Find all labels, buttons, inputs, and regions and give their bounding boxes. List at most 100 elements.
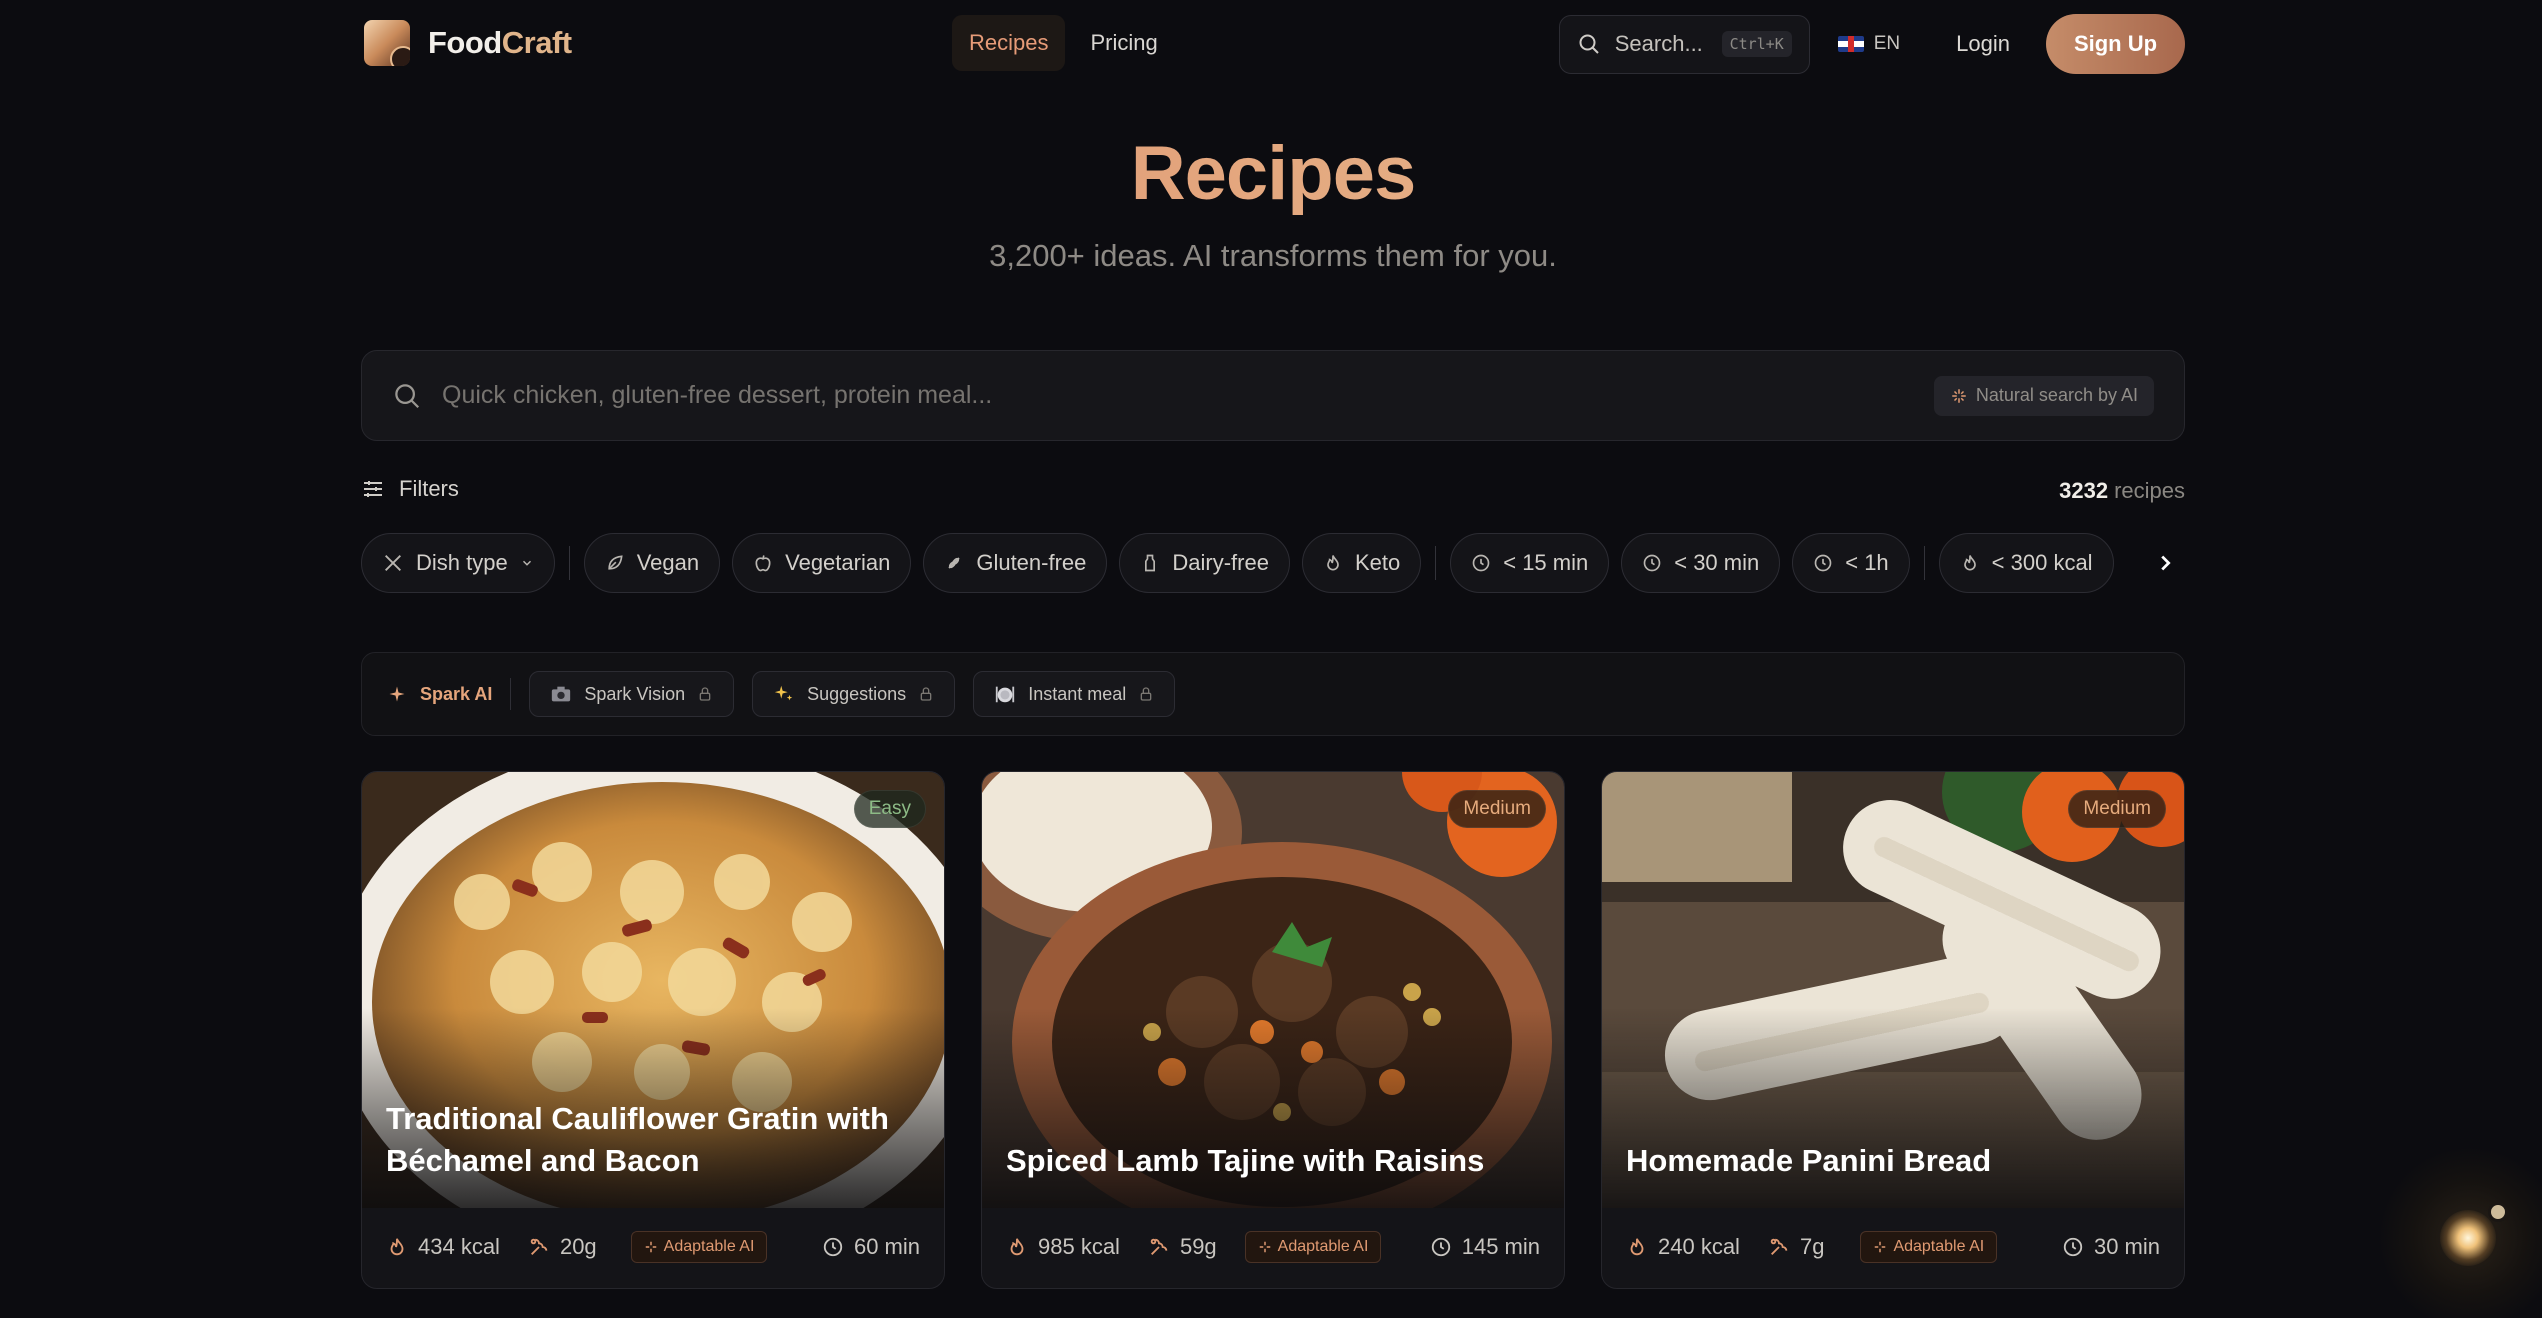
camera-icon <box>552 686 571 702</box>
recipe-card[interactable]: Medium Spiced Lamb Tajine with Raisins 9… <box>981 771 1565 1289</box>
filters-toggle[interactable]: Filters <box>361 476 459 502</box>
adaptable-ai-badge: Adaptable AI <box>630 1231 768 1263</box>
recipe-card[interactable]: Medium Homemade Panini Bread 240 kcal 7g… <box>1601 771 2185 1289</box>
sparkle-icon <box>389 686 405 702</box>
search-icon <box>395 383 420 408</box>
instant-meal-label: Instant meal <box>1028 683 1127 704</box>
chip-dairy-free[interactable]: Dairy-free <box>1119 533 1290 593</box>
protein: 20g <box>528 1234 597 1260</box>
chip-vegan[interactable]: Vegan <box>583 533 721 593</box>
kcal: 985 kcal <box>1006 1234 1120 1260</box>
search-shortcut: Ctrl+K <box>1721 31 1792 57</box>
clock-icon <box>2063 1237 2083 1257</box>
filter-chips: Dish type Vegan Vegetarian Gluten-free D… <box>361 533 2185 593</box>
global-search-button[interactable]: Search... Ctrl+K <box>1558 14 1810 74</box>
page-title: Recipes <box>361 130 2185 217</box>
nav-links: Recipes Pricing <box>952 15 1175 71</box>
adaptable-ai-label: Adaptable AI <box>1277 1238 1369 1255</box>
signup-button[interactable]: Sign Up <box>2046 14 2185 74</box>
protein-icon <box>1770 1238 1788 1255</box>
recipe-title: Homemade Panini Bread <box>1626 1142 1992 1178</box>
chevron-right-icon <box>2161 555 2171 571</box>
flame-icon <box>1327 555 1339 571</box>
flame-icon <box>1963 555 1976 571</box>
time-value: 30 min <box>2093 1234 2160 1259</box>
kcal-value: 240 kcal <box>1658 1234 1740 1259</box>
uk-flag-icon <box>1837 36 1864 52</box>
spark-ai-label: Spark AI <box>420 683 493 704</box>
protein-icon <box>530 1238 548 1255</box>
chip-gluten-free[interactable]: Gluten-free <box>923 533 1108 593</box>
sparkle-icon <box>1259 1241 1270 1253</box>
spark-ai-title: Spark AI <box>388 684 492 705</box>
clock-icon <box>823 1237 843 1257</box>
kcal-value: 985 kcal <box>1038 1234 1120 1259</box>
chip-keto[interactable]: Keto <box>1301 533 1422 593</box>
sparkles-icon <box>774 685 793 701</box>
suggestions-button[interactable]: Suggestions <box>752 671 956 717</box>
plate-icon <box>996 686 1015 703</box>
milk-icon <box>1145 554 1156 572</box>
chip-under-300-kcal[interactable]: < 300 kcal <box>1938 533 2114 593</box>
chip-label: Dish type <box>416 550 508 575</box>
chip-label: < 1h <box>1845 550 1889 575</box>
apple-icon <box>755 555 771 572</box>
brand-logo[interactable]: FoodCraft <box>364 20 572 66</box>
search-icon <box>1579 34 1599 54</box>
recipe-card[interactable]: Easy Traditional Cauliflower Gratin with… <box>361 771 945 1289</box>
chip-under-1h[interactable]: < 1h <box>1792 533 1910 593</box>
chip-divider <box>1923 546 1925 580</box>
wheat-off-icon <box>948 557 960 569</box>
brand-name-a: Food <box>428 25 502 60</box>
ai-search-chip: Natural search by AI <box>1933 375 2154 416</box>
chip-dish-type[interactable]: Dish type <box>361 533 555 593</box>
recipe-meta: 434 kcal 20g Adaptable AI 60 min <box>386 1227 920 1267</box>
top-nav: FoodCraft Recipes Pricing Search... Ctrl… <box>361 14 2185 74</box>
difficulty-badge: Medium <box>2068 790 2166 828</box>
protein-value: 20g <box>559 1234 597 1259</box>
ai-search-label: Natural search by AI <box>1975 385 2138 405</box>
filters-label: Filters <box>399 476 459 501</box>
language-label: EN <box>1873 33 1901 54</box>
spark-vision-button[interactable]: Spark Vision <box>529 671 735 717</box>
adaptable-ai-badge: Adaptable AI <box>1860 1231 1998 1263</box>
login-link[interactable]: Login <box>1956 31 2010 57</box>
chip-label: < 300 kcal <box>1991 550 2093 575</box>
chip-label: Vegetarian <box>785 550 891 575</box>
chip-under-30-min[interactable]: < 30 min <box>1621 533 1781 593</box>
protein: 7g <box>1768 1234 1824 1260</box>
sparkle-icon <box>1952 388 1966 403</box>
suggestions-label: Suggestions <box>807 683 907 704</box>
brand-name-b: Craft <box>501 25 572 60</box>
instant-meal-button[interactable]: Instant meal <box>973 671 1176 717</box>
chips-scroll-right-button[interactable] <box>2145 533 2185 593</box>
recipe-meta: 240 kcal 7g Adaptable AI 30 min <box>1626 1227 2160 1267</box>
language-switcher[interactable]: EN <box>1837 33 1901 55</box>
chip-under-15-min[interactable]: < 15 min <box>1450 533 1610 593</box>
kcal: 240 kcal <box>1626 1234 1740 1260</box>
nav-link-pricing[interactable]: Pricing <box>1073 15 1174 71</box>
clock-icon <box>1643 554 1661 572</box>
lock-icon <box>920 687 932 701</box>
clock-icon <box>1472 554 1490 572</box>
chip-label: Gluten-free <box>976 550 1087 575</box>
logo-mark-icon <box>364 20 410 66</box>
flame-icon <box>1630 1238 1644 1256</box>
lock-icon <box>699 687 711 701</box>
nav-link-recipes[interactable]: Recipes <box>952 15 1066 71</box>
chip-label: Vegan <box>636 550 700 575</box>
chip-vegetarian[interactable]: Vegetarian <box>732 533 912 593</box>
chip-divider <box>568 546 570 580</box>
protein-value: 7g <box>1799 1234 1825 1259</box>
lock-icon <box>1140 687 1152 701</box>
time: 30 min <box>2062 1234 2160 1260</box>
adaptable-ai-label: Adaptable AI <box>663 1238 755 1255</box>
adaptable-ai-badge: Adaptable AI <box>1244 1231 1382 1263</box>
sparkle-icon <box>1875 1241 1886 1253</box>
utensils-icon <box>385 555 401 571</box>
kcal-value: 434 kcal <box>418 1234 500 1259</box>
time-value: 60 min <box>853 1234 920 1259</box>
leaf-icon <box>608 555 623 570</box>
recipe-search-input[interactable]: Quick chicken, gluten-free dessert, prot… <box>361 350 2185 441</box>
spark-vision-label: Spark Vision <box>584 683 686 704</box>
